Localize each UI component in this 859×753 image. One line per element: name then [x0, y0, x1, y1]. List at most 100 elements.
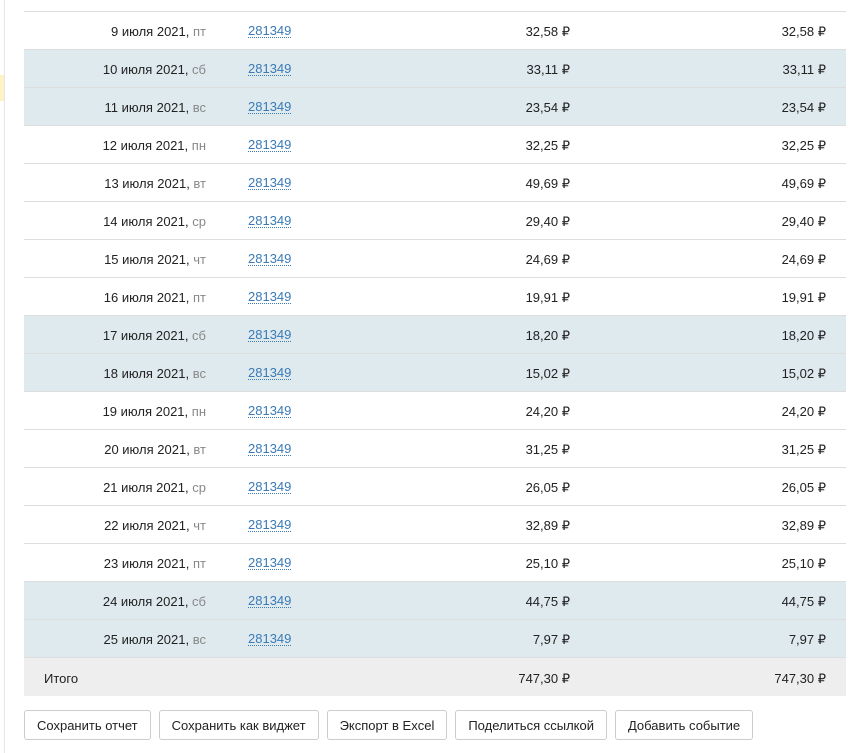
- weekday: вт: [193, 442, 206, 457]
- share-link-button[interactable]: Поделиться ссылкой: [455, 710, 607, 740]
- table-row: 13 июля 2021, вт 281349 49,69 ₽ 49,69 ₽: [24, 164, 846, 202]
- date-text: 19 июля 2021: [102, 404, 185, 419]
- counter-id-link[interactable]: 281349: [248, 480, 292, 494]
- value-1: 33,11 ₽: [526, 62, 570, 77]
- value-2: 24,69 ₽: [781, 252, 826, 267]
- save-as-widget-button[interactable]: Сохранить как виджет: [158, 710, 319, 740]
- counter-id-link[interactable]: 281349: [248, 328, 292, 342]
- weekday: пн: [191, 138, 206, 153]
- weekday: вс: [192, 366, 206, 381]
- counter-id-link[interactable]: 281349: [248, 24, 292, 38]
- weekday: ср: [192, 214, 206, 229]
- table-row: 20 июля 2021, вт 281349 31,25 ₽ 31,25 ₽: [24, 430, 846, 468]
- weekday: пн: [191, 404, 206, 419]
- total-row: Итого 747,30 ₽ 747,30 ₽: [24, 658, 846, 696]
- counter-id-link[interactable]: 281349: [248, 366, 292, 380]
- date-text: 22 июля 2021: [104, 518, 187, 533]
- value-1: 7,97 ₽: [532, 632, 570, 647]
- date-text: 18 июля 2021: [103, 366, 186, 381]
- weekday: чт: [193, 518, 206, 533]
- weekday: сб: [192, 62, 206, 77]
- value-2: 32,58 ₽: [781, 24, 826, 39]
- weekday: вс: [192, 632, 206, 647]
- value-1: 32,25 ₽: [525, 138, 570, 153]
- table-row: 16 июля 2021, пт 281349 19,91 ₽ 19,91 ₽: [24, 278, 846, 316]
- counter-id-link[interactable]: 281349: [248, 138, 292, 152]
- value-1: 29,40 ₽: [525, 214, 570, 229]
- counter-id-link[interactable]: 281349: [248, 252, 292, 266]
- counter-id-link[interactable]: 281349: [248, 214, 292, 228]
- table-row: 21 июля 2021, ср 281349 26,05 ₽ 26,05 ₽: [24, 468, 846, 506]
- date-text: 14 июля 2021: [103, 214, 186, 229]
- weekday: пт: [193, 24, 206, 39]
- date-text: 17 июля 2021: [102, 328, 185, 343]
- date-text: 20 июля 2021: [104, 442, 187, 457]
- date-cell: 22 июля 2021, чт: [104, 518, 206, 533]
- value-1: 32,89 ₽: [525, 518, 570, 533]
- table-row: 22 июля 2021, чт 281349 32,89 ₽ 32,89 ₽: [24, 506, 846, 544]
- value-2: 31,25 ₽: [781, 442, 826, 457]
- date-cell: 16 июля 2021, пт: [103, 290, 206, 305]
- date-cell: 10 июля 2021, сб: [102, 62, 206, 77]
- total-value-2: 747,30 ₽: [774, 671, 826, 686]
- table-row: 11 июля 2021, вс 281349 23,54 ₽ 23,54 ₽: [24, 88, 846, 126]
- value-2: 15,02 ₽: [781, 366, 826, 381]
- value-1: 32,58 ₽: [525, 24, 570, 39]
- counter-id-link[interactable]: 281349: [248, 594, 292, 608]
- value-1: 44,75 ₽: [525, 594, 570, 609]
- date-text: 23 июля 2021: [103, 556, 186, 571]
- date-text: 24 июля 2021: [102, 594, 185, 609]
- action-bar: Сохранить отчет Сохранить как виджет Экс…: [24, 710, 754, 740]
- side-highlight: [0, 75, 4, 101]
- counter-id-link[interactable]: 281349: [248, 518, 292, 532]
- date-text: 13 июля 2021: [104, 176, 187, 191]
- value-1: 49,69 ₽: [525, 176, 570, 191]
- date-cell: 19 июля 2021, пн: [102, 404, 206, 419]
- value-1: 26,05 ₽: [525, 480, 570, 495]
- table-row: 18 июля 2021, вс 281349 15,02 ₽ 15,02 ₽: [24, 354, 846, 392]
- total-value-1: 747,30 ₽: [518, 671, 570, 686]
- table-row: 19 июля 2021, пн 281349 24,20 ₽ 24,20 ₽: [24, 392, 846, 430]
- counter-id-link[interactable]: 281349: [248, 404, 292, 418]
- value-2: 26,05 ₽: [781, 480, 826, 495]
- value-2: 32,89 ₽: [781, 518, 826, 533]
- counter-id-link[interactable]: 281349: [248, 290, 292, 304]
- value-2: 44,75 ₽: [781, 594, 826, 609]
- value-2: 49,69 ₽: [781, 176, 826, 191]
- weekday: вт: [193, 176, 206, 191]
- counter-id-link[interactable]: 281349: [248, 62, 292, 76]
- report-table: 9 июля 2021, пт 281349 32,58 ₽ 32,58 ₽10…: [24, 12, 846, 696]
- counter-id-link[interactable]: 281349: [248, 100, 292, 114]
- date-cell: 23 июля 2021, пт: [103, 556, 206, 571]
- save-report-button[interactable]: Сохранить отчет: [24, 710, 151, 740]
- date-cell: 11 июля 2021, вс: [104, 100, 207, 115]
- date-cell: 12 июля 2021, пн: [102, 138, 206, 153]
- table-row: 24 июля 2021, сб 281349 44,75 ₽ 44,75 ₽: [24, 582, 846, 620]
- date-text: 12 июля 2021: [102, 138, 185, 153]
- counter-id-link[interactable]: 281349: [248, 556, 292, 570]
- weekday: чт: [193, 252, 206, 267]
- date-text: 16 июля 2021: [103, 290, 186, 305]
- counter-id-link[interactable]: 281349: [248, 632, 292, 646]
- value-1: 18,20 ₽: [525, 328, 570, 343]
- date-cell: 24 июля 2021, сб: [102, 594, 206, 609]
- value-1: 23,54 ₽: [525, 100, 570, 115]
- counter-id-link[interactable]: 281349: [248, 442, 292, 456]
- date-cell: 25 июля 2021, вс: [103, 632, 206, 647]
- weekday: сб: [192, 328, 206, 343]
- counter-id-link[interactable]: 281349: [248, 176, 292, 190]
- date-text: 10 июля 2021: [102, 62, 185, 77]
- export-excel-button[interactable]: Экспорт в Excel: [326, 710, 448, 740]
- weekday: вс: [192, 100, 206, 115]
- left-divider: [4, 0, 5, 753]
- table-row: 25 июля 2021, вс 281349 7,97 ₽ 7,97 ₽: [24, 620, 846, 658]
- value-2: 7,97 ₽: [788, 632, 826, 647]
- date-cell: 20 июля 2021, вт: [104, 442, 206, 457]
- date-cell: 15 июля 2021, чт: [104, 252, 206, 267]
- date-text: 11 июля 2021: [104, 100, 186, 115]
- weekday: пт: [193, 556, 206, 571]
- table-row: 10 июля 2021, сб 281349 33,11 ₽ 33,11 ₽: [24, 50, 846, 88]
- weekday: сб: [192, 594, 206, 609]
- add-event-button[interactable]: Добавить событие: [614, 710, 754, 740]
- date-cell: 13 июля 2021, вт: [104, 176, 206, 191]
